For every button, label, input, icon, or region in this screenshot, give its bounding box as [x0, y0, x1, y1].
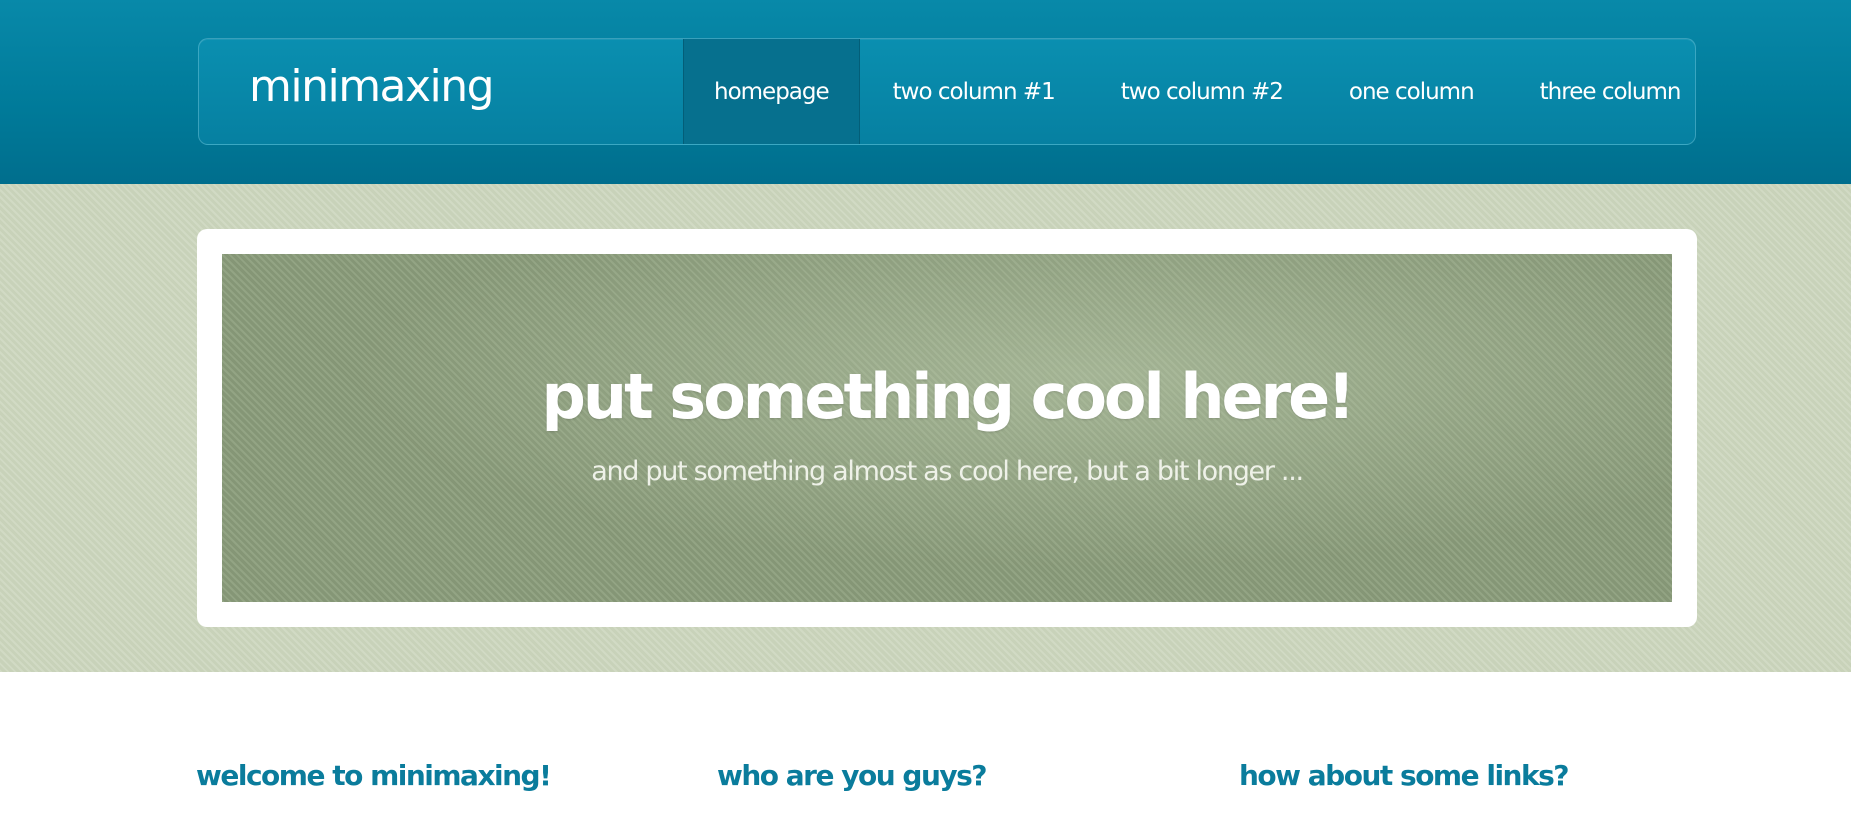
- banner-panel: put something cool here! and put somethi…: [222, 254, 1672, 602]
- nav-menu: homepage two column #1 two column #2 one…: [683, 39, 1713, 144]
- column-heading-who-are-you: who are you guys?: [717, 759, 988, 792]
- site-header: minimaxing homepage two column #1 two co…: [0, 0, 1851, 184]
- nav-item-two-column-1[interactable]: two column #1: [860, 39, 1088, 144]
- column-heading-welcome: welcome to minimaxing!: [196, 759, 552, 792]
- nav-item-three-column[interactable]: three column: [1507, 39, 1714, 144]
- nav-item-one-column[interactable]: one column: [1316, 39, 1507, 144]
- nav-bar: minimaxing homepage two column #1 two co…: [198, 38, 1696, 145]
- banner-section: put something cool here! and put somethi…: [0, 184, 1851, 672]
- column-heading-links: how about some links?: [1239, 759, 1570, 792]
- banner-frame: put something cool here! and put somethi…: [197, 229, 1697, 627]
- nav-item-homepage[interactable]: homepage: [683, 39, 860, 144]
- banner-subtitle: and put something almost as cool here, b…: [591, 456, 1304, 487]
- nav-item-two-column-2[interactable]: two column #2: [1088, 39, 1316, 144]
- site-logo[interactable]: minimaxing: [249, 62, 495, 111]
- content-section: welcome to minimaxing! who are you guys?…: [0, 672, 1851, 830]
- banner-title: put something cool here!: [541, 360, 1356, 433]
